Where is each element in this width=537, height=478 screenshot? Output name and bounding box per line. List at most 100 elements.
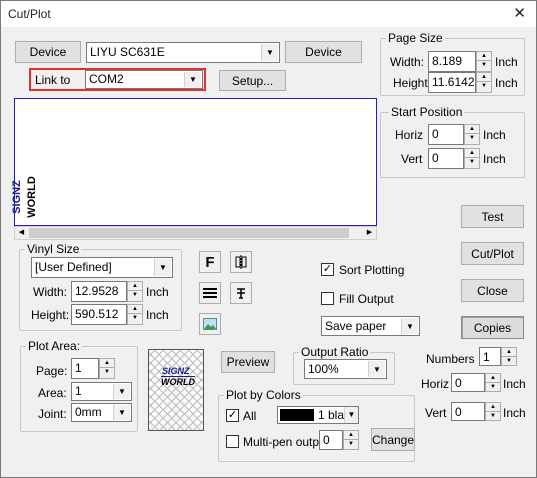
device-select[interactable]: LIYU SC631E ▼ xyxy=(86,42,280,63)
paper-mode-select[interactable]: Save paper ▼ xyxy=(321,316,420,336)
copies-horiz-label: Horiz xyxy=(421,377,450,391)
all-colors-checkbox[interactable]: ✓ xyxy=(226,409,239,422)
link-to-select[interactable]: COM2 ▼ xyxy=(85,70,203,89)
device-button-right[interactable]: Device xyxy=(285,41,362,63)
vinyl-width-spinner[interactable]: ▲ ▼ xyxy=(127,281,143,302)
copies-numbers-field[interactable]: 1 ▲ ▼ xyxy=(479,347,517,366)
multi-pen-spinner[interactable]: ▲ ▼ xyxy=(343,430,359,450)
multi-pen-checkbox[interactable] xyxy=(226,435,239,448)
copies-vert-input[interactable]: 0 xyxy=(451,402,485,421)
vinyl-width-unit: Inch xyxy=(146,285,169,299)
chevron-down-icon: ▼ xyxy=(368,361,385,377)
copies-horiz-input[interactable]: 0 xyxy=(451,373,485,392)
paper-mode-value: Save paper xyxy=(325,319,387,333)
output-ratio-select[interactable]: 100% ▼ xyxy=(304,359,387,379)
close-icon[interactable]: ✕ xyxy=(513,6,526,21)
plot-area-select[interactable]: 1 ▼ xyxy=(71,382,132,401)
sort-plotting-checkbox[interactable]: ✓ xyxy=(321,263,334,276)
start-horiz-spinner[interactable]: ▲ ▼ xyxy=(464,124,480,145)
start-horiz-unit: Inch xyxy=(483,128,506,142)
font-f-button[interactable]: F xyxy=(199,251,221,273)
plot-by-colors-group-label: Plot by Colors xyxy=(224,388,303,402)
font-f-icon: F xyxy=(205,253,215,271)
cut-plot-button[interactable]: Cut/Plot xyxy=(461,242,524,265)
page-width-field[interactable]: 8.189 ▲ ▼ xyxy=(428,51,494,72)
start-horiz-input[interactable]: 0 xyxy=(428,124,464,145)
page-width-label: Width: xyxy=(390,55,425,69)
vinyl-size-select[interactable]: [User Defined] ▼ xyxy=(31,257,173,278)
device-button-left[interactable]: Device xyxy=(15,41,81,63)
preview-text-line2: WORLD xyxy=(25,176,38,218)
vinyl-height-label: Height: xyxy=(31,308,70,322)
copies-vert-field[interactable]: 0 ▲ ▼ xyxy=(451,402,501,421)
link-to-value: COM2 xyxy=(89,72,124,86)
page-height-spinner[interactable]: ▲ ▼ xyxy=(476,72,492,93)
layout-thumbnail: SIGNZ WORLD xyxy=(148,349,204,431)
plot-page-field[interactable]: 1 ▲ ▼ xyxy=(71,358,115,379)
copies-horiz-field[interactable]: 0 ▲ ▼ xyxy=(451,373,501,392)
copies-horiz-spinner[interactable]: ▲ ▼ xyxy=(485,373,501,392)
scroll-right-icon[interactable]: ▶ xyxy=(363,227,376,239)
vinyl-height-spinner[interactable]: ▲ ▼ xyxy=(127,304,143,325)
fill-output-label: Fill Output xyxy=(339,292,394,306)
copies-numbers-spinner[interactable]: ▲ ▼ xyxy=(501,347,517,366)
color-select-value: 1 blac xyxy=(318,408,344,422)
scroll-left-icon[interactable]: ◀ xyxy=(15,227,28,239)
test-button[interactable]: Test xyxy=(461,205,524,228)
multi-pen-input[interactable]: 0 xyxy=(319,430,343,450)
change-button[interactable]: Change xyxy=(371,428,415,451)
copies-vert-spinner[interactable]: ▲ ▼ xyxy=(485,402,501,421)
image-icon xyxy=(203,318,217,330)
close-button[interactable]: Close xyxy=(461,279,524,302)
copies-numbers-label: Numbers xyxy=(426,352,475,366)
chevron-down-icon: ▼ xyxy=(401,318,418,334)
page-height-input[interactable]: 11.6142 xyxy=(428,72,476,93)
page-height-field[interactable]: 11.6142 ▲ ▼ xyxy=(428,72,494,93)
plot-area-group-label: Plot Area: xyxy=(26,339,83,353)
vinyl-width-field[interactable]: 12.9528 ▲ ▼ xyxy=(71,281,144,302)
align-button[interactable] xyxy=(199,282,221,304)
start-vert-spinner[interactable]: ▲ ▼ xyxy=(464,148,480,169)
device-select-value: LIYU SC631E xyxy=(90,45,165,59)
vinyl-height-input[interactable]: 590.512 xyxy=(71,304,127,325)
fill-output-checkbox[interactable] xyxy=(321,292,334,305)
plot-page-input[interactable]: 1 xyxy=(71,358,99,379)
page-height-label: Height: xyxy=(393,76,432,90)
rotate-button[interactable] xyxy=(230,282,252,304)
page-width-input[interactable]: 8.189 xyxy=(428,51,476,72)
mirror-button[interactable] xyxy=(230,251,252,273)
vinyl-size-value: [User Defined] xyxy=(35,260,112,274)
page-width-unit: Inch xyxy=(495,55,518,69)
preview-hscroll[interactable]: ◀ ▶ xyxy=(14,226,377,240)
page-width-spinner[interactable]: ▲ ▼ xyxy=(476,51,492,72)
plot-page-spinner[interactable]: ▲ ▼ xyxy=(99,358,115,379)
copies-button[interactable]: Copies xyxy=(461,316,524,339)
vinyl-width-input[interactable]: 12.9528 xyxy=(71,281,127,302)
color-select[interactable]: 1 blac ▼ xyxy=(277,406,359,424)
start-vert-input[interactable]: 0 xyxy=(428,148,464,169)
start-vert-field[interactable]: 0 ▲ ▼ xyxy=(428,148,482,169)
copies-vert-unit: Inch xyxy=(503,406,526,420)
copies-vert-label: Vert xyxy=(425,406,447,420)
start-vert-unit: Inch xyxy=(483,152,506,166)
all-colors-label: All xyxy=(243,409,257,423)
chevron-down-icon: ▼ xyxy=(184,72,201,87)
color-swatch-black xyxy=(280,409,314,421)
multi-pen-field[interactable]: 0 ▲ ▼ xyxy=(319,430,359,450)
start-horiz-field[interactable]: 0 ▲ ▼ xyxy=(428,124,482,145)
image-button[interactable] xyxy=(199,313,221,335)
vinyl-height-unit: Inch xyxy=(146,308,169,322)
plot-joint-value: 0mm xyxy=(75,405,102,419)
chevron-down-icon: ▼ xyxy=(154,259,171,276)
link-to-label: Link to xyxy=(35,73,71,87)
vinyl-size-group-label: Vinyl Size xyxy=(25,242,82,256)
scroll-thumb[interactable] xyxy=(29,228,349,238)
setup-button[interactable]: Setup... xyxy=(219,70,286,91)
copies-horiz-unit: Inch xyxy=(503,377,526,391)
plot-joint-select[interactable]: 0mm ▼ xyxy=(71,403,132,422)
copies-numbers-input[interactable]: 1 xyxy=(479,347,501,366)
preview-canvas[interactable]: SIGNZ WORLD xyxy=(11,98,377,226)
preview-button[interactable]: Preview xyxy=(221,351,275,373)
output-ratio-group-label: Output Ratio xyxy=(299,345,371,359)
vinyl-height-field[interactable]: 590.512 ▲ ▼ xyxy=(71,304,144,325)
